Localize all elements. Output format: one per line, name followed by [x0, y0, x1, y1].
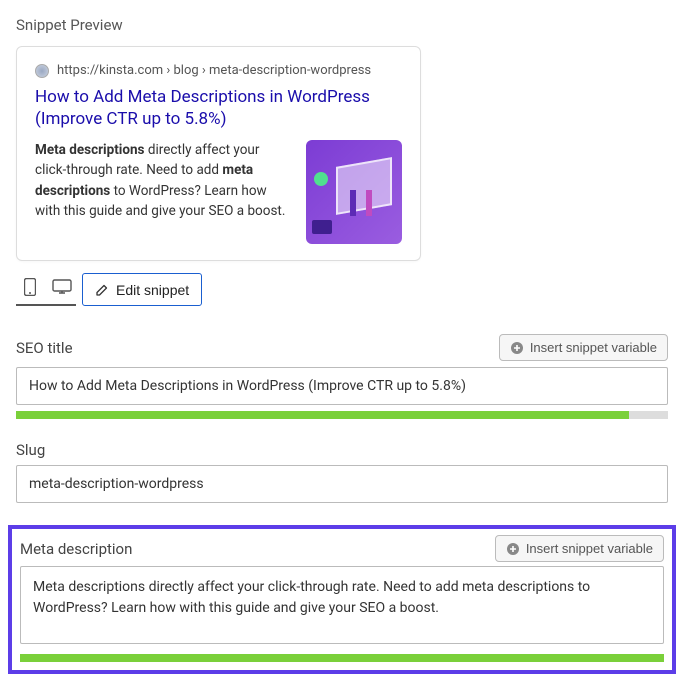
- seo-title-progress: [16, 411, 668, 419]
- edit-snippet-button[interactable]: Edit snippet: [82, 273, 202, 306]
- meta-description-progress: [20, 654, 664, 662]
- favicon-icon: [35, 64, 49, 78]
- insert-variable-button-seo-title[interactable]: Insert snippet variable: [499, 334, 668, 361]
- desktop-preview-button[interactable]: [48, 273, 76, 301]
- insert-variable-button-meta-description[interactable]: Insert snippet variable: [495, 535, 664, 562]
- plus-circle-icon: [510, 341, 524, 355]
- device-toggle: [16, 273, 76, 306]
- preview-title: How to Add Meta Descriptions in WordPres…: [35, 86, 402, 130]
- slug-label: Slug: [16, 441, 45, 459]
- meta-description-field-block: Meta description Insert snippet variable: [20, 535, 664, 662]
- preview-description: Meta descriptions directly affect your c…: [35, 140, 292, 221]
- snippet-preview-card: https://kinsta.com › blog › meta-descrip…: [16, 46, 421, 261]
- slug-input[interactable]: [16, 465, 668, 503]
- meta-description-label: Meta description: [20, 540, 132, 558]
- meta-description-textarea[interactable]: [20, 566, 664, 644]
- seo-title-label: SEO title: [16, 339, 73, 357]
- preview-url: https://kinsta.com › blog › meta-descrip…: [57, 63, 371, 78]
- snippet-preview-heading: Snippet Preview: [16, 16, 668, 34]
- plus-circle-icon: [506, 542, 520, 556]
- seo-title-input[interactable]: [16, 367, 668, 405]
- seo-title-field-block: SEO title Insert snippet variable: [16, 334, 668, 419]
- edit-snippet-label: Edit snippet: [116, 282, 189, 298]
- meta-description-highlight: Meta description Insert snippet variable: [8, 525, 676, 674]
- preview-thumbnail: [306, 140, 402, 244]
- pencil-icon: [95, 283, 109, 297]
- mobile-icon: [24, 278, 36, 296]
- mobile-preview-button[interactable]: [16, 273, 44, 301]
- slug-field-block: Slug: [16, 441, 668, 503]
- desktop-icon: [52, 279, 72, 295]
